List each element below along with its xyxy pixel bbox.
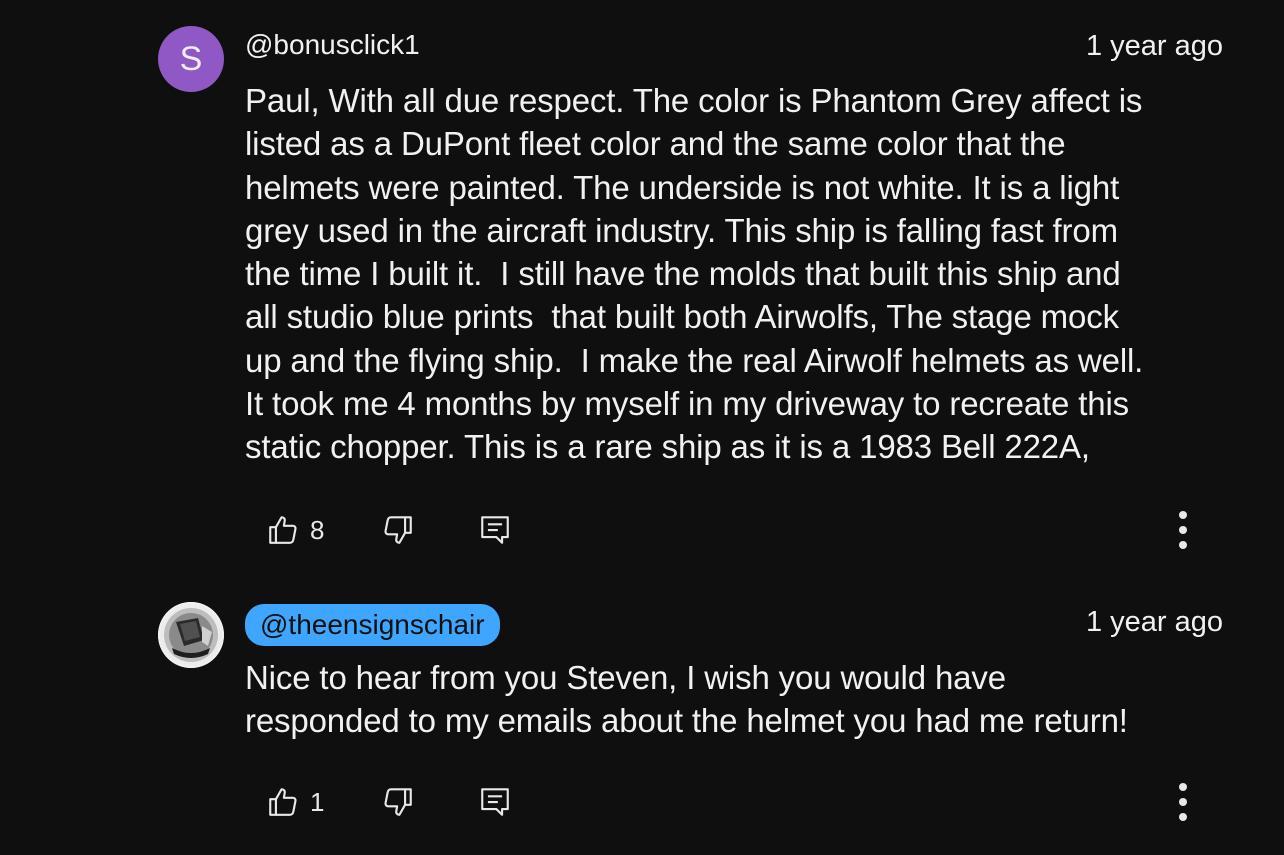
avatar[interactable]: S [158, 26, 224, 92]
comment-author-highlighted[interactable]: @theensignschair [245, 604, 500, 646]
more-dot [1179, 526, 1187, 534]
like-count: 8 [310, 514, 325, 545]
more-vert-icon[interactable] [1170, 506, 1196, 554]
comment-line: up and the flying ship. I make the real … [245, 341, 1144, 379]
dislike-button[interactable] [381, 506, 415, 554]
like-button[interactable]: 8 [266, 506, 324, 554]
comment-line: It took me 4 months by myself in my driv… [245, 385, 1130, 423]
comment-author[interactable]: @bonusclick1 [245, 29, 420, 61]
more-dot [1179, 813, 1187, 821]
like-button[interactable]: 1 [266, 778, 324, 826]
more-dot [1179, 541, 1187, 549]
comment-line: static chopper. This is a rare ship as i… [245, 428, 1090, 466]
reply-icon [481, 516, 509, 544]
comment-timestamp: 1 year ago [1085, 30, 1223, 62]
comment-actions: 8 [0, 506, 1284, 554]
avatar[interactable] [158, 602, 224, 668]
comment-line: Paul, With all due respect. The color is… [245, 82, 1143, 119]
thumbs-up-icon [269, 788, 297, 816]
reply-icon [481, 788, 509, 816]
avatar-letter: S [179, 39, 203, 78]
comment-line: all studio blue prints that built both A… [245, 298, 1119, 336]
comment-line: the time I built it. I still have the mo… [245, 255, 1121, 293]
comment-text: Paul, With all due respect. The color is… [245, 79, 1245, 469]
comment-actions: 1 [0, 778, 1284, 826]
dislike-button[interactable] [381, 778, 415, 826]
comment-line: responded to my emails about the helmet … [245, 702, 1128, 740]
reply-button[interactable] [478, 778, 512, 826]
comment-line: grey used in the aircraft industry. This… [245, 211, 1118, 249]
more-dot [1179, 511, 1187, 519]
comment-line: listed as a DuPont fleet color and the s… [245, 125, 1066, 163]
reply-button[interactable] [478, 506, 512, 554]
thumbs-down-icon [384, 516, 412, 544]
like-count: 1 [310, 786, 325, 817]
thumbs-down-icon [384, 788, 412, 816]
comment-line: Nice to hear from you Steven, I wish you… [245, 659, 1006, 696]
comment-timestamp: 1 year ago [1085, 606, 1223, 638]
comment-text: Nice to hear from you Steven, I wish you… [245, 656, 1245, 743]
more-vert-icon[interactable] [1170, 778, 1196, 826]
more-dot [1179, 783, 1187, 791]
comment-line: helmets were painted. The underside is n… [245, 168, 1120, 206]
chair-photo-icon [158, 602, 224, 668]
thumbs-up-icon [269, 516, 297, 544]
more-dot [1179, 798, 1187, 806]
